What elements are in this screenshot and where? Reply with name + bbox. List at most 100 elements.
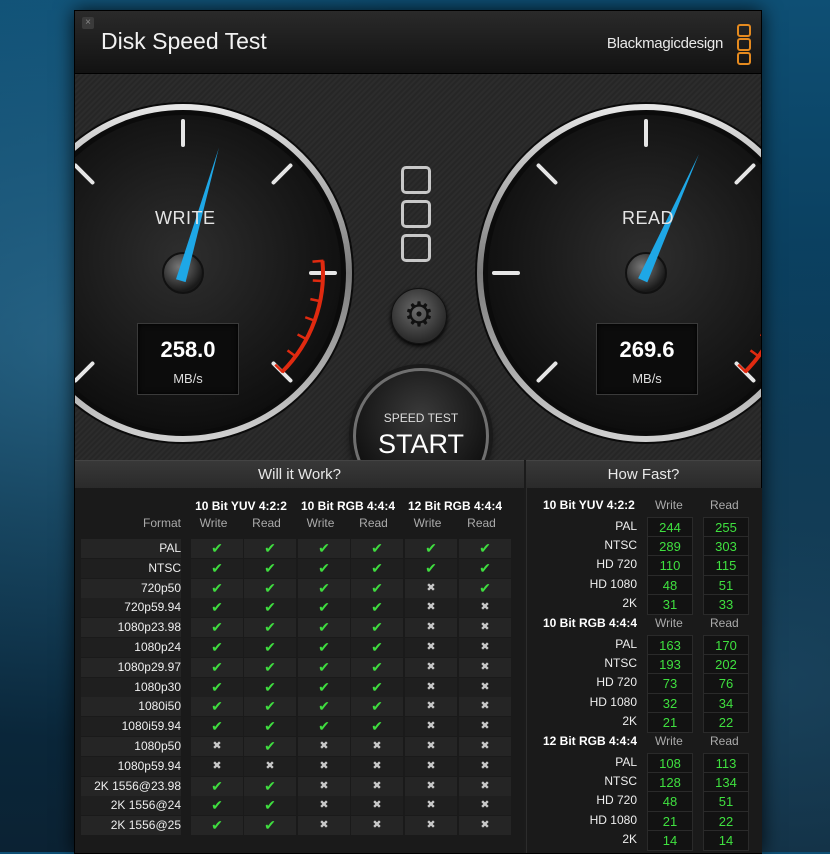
check-icon: ✔ — [405, 539, 457, 558]
check-icon: ✔ — [244, 816, 296, 835]
check-icon: ✔ — [244, 559, 296, 578]
write-gauge-redzone-tick — [313, 280, 324, 281]
write-gauge-redzone-tick — [313, 261, 324, 262]
format-row: 1080i50✔✔✔✔✖✖ — [81, 697, 511, 716]
cross-icon: ✖ — [405, 678, 457, 697]
check-icon: ✔ — [191, 816, 243, 835]
cross-icon: ✖ — [405, 737, 457, 756]
cross-icon: ✖ — [459, 737, 511, 756]
cross-icon: ✖ — [459, 757, 511, 776]
cross-icon: ✖ — [459, 697, 511, 716]
format-label: 1080i59.94 — [81, 717, 181, 736]
speed-row: HD 7204851 — [535, 791, 753, 810]
format-row: 720p50✔✔✔✔✖✔ — [81, 579, 511, 598]
check-icon: ✔ — [244, 638, 296, 657]
speed-row: HD 10802122 — [535, 811, 753, 830]
check-icon: ✔ — [191, 598, 243, 617]
group-header-rgb444-12bit: 12 Bit RGB 4:4:4 — [400, 499, 510, 513]
format-label: 1080p24 — [81, 638, 181, 657]
sub-header-write: Write — [401, 516, 454, 530]
check-icon: ✔ — [351, 658, 403, 677]
check-icon: ✔ — [244, 796, 296, 815]
check-icon: ✔ — [244, 618, 296, 637]
check-icon: ✔ — [298, 539, 350, 558]
app-window: × Disk Speed Test Blackmagicdesign WRITE… — [74, 10, 762, 854]
cross-icon: ✖ — [405, 796, 457, 815]
group-header-rgb444-10bit: 10 Bit RGB 4:4:4 — [293, 499, 403, 513]
cross-icon: ✖ — [405, 717, 457, 736]
speed-row: PAL163170 — [535, 635, 753, 654]
check-icon: ✔ — [351, 579, 403, 598]
check-icon: ✔ — [298, 579, 350, 598]
write-speed-value: 258.0 — [138, 337, 238, 363]
read-speed-fps: 51 — [703, 791, 749, 812]
read-speed-fps: 255 — [703, 517, 749, 538]
cross-icon: ✖ — [405, 816, 457, 835]
app-title: Disk Speed Test — [101, 28, 267, 55]
speed-format-label: 2K — [535, 594, 637, 613]
check-icon: ✔ — [191, 579, 243, 598]
group-header-yuv422-10bit: 10 Bit YUV 4:2:2 — [186, 499, 296, 513]
speed-row: NTSC289303 — [535, 536, 753, 555]
speed-format-label: HD 1080 — [535, 693, 637, 712]
speed-format-label: NTSC — [535, 772, 637, 791]
brand-logo-icon — [737, 24, 751, 64]
read-speed-fps: 170 — [703, 635, 749, 656]
format-row: 1080p30✔✔✔✔✖✖ — [81, 678, 511, 697]
cross-icon: ✖ — [459, 796, 511, 815]
check-icon: ✔ — [298, 697, 350, 716]
check-icon: ✔ — [405, 559, 457, 578]
check-icon: ✔ — [298, 598, 350, 617]
speed-format-label: 2K — [535, 712, 637, 731]
check-icon: ✔ — [298, 559, 350, 578]
cross-icon: ✖ — [405, 757, 457, 776]
format-label: 2K 1556@24 — [81, 796, 181, 815]
check-icon: ✔ — [459, 539, 511, 558]
read-speed-fps: 22 — [703, 811, 749, 832]
sub-header-read: Read — [347, 516, 400, 530]
format-label: PAL — [81, 539, 181, 558]
cross-icon: ✖ — [459, 777, 511, 796]
write-speed-fps: 163 — [647, 635, 693, 656]
cross-icon: ✖ — [244, 757, 296, 776]
read-speed-fps: 22 — [703, 712, 749, 733]
check-icon: ✔ — [459, 579, 511, 598]
format-row: 1080p24✔✔✔✔✖✖ — [81, 638, 511, 657]
check-icon: ✔ — [191, 559, 243, 578]
close-button[interactable]: × — [82, 17, 94, 29]
write-speed-fps: 128 — [647, 772, 693, 793]
sub-header-write: Write — [294, 516, 347, 530]
speed-row: HD 7207376 — [535, 673, 753, 692]
format-label: 1080p50 — [81, 737, 181, 756]
check-icon: ✔ — [191, 658, 243, 677]
write-speed-fps: 21 — [647, 811, 693, 832]
speed-row: PAL244255 — [535, 517, 753, 536]
write-speed-fps: 31 — [647, 594, 693, 615]
cross-icon: ✖ — [351, 777, 403, 796]
check-icon: ✔ — [351, 559, 403, 578]
check-icon: ✔ — [298, 618, 350, 637]
format-label: 1080p29.97 — [81, 658, 181, 677]
how-fast-header: How Fast? — [526, 460, 761, 489]
sub-header-read: Read — [710, 498, 739, 512]
cross-icon: ✖ — [405, 697, 457, 716]
read-gauge-label: READ — [622, 208, 674, 229]
format-row: 2K 1556@23.98✔✔✖✖✖✖ — [81, 777, 511, 796]
write-readout: 258.0 MB/s — [137, 323, 239, 395]
write-speed-fps: 48 — [647, 791, 693, 812]
check-icon: ✔ — [244, 658, 296, 677]
format-row: 2K 1556@24✔✔✖✖✖✖ — [81, 796, 511, 815]
check-icon: ✔ — [351, 638, 403, 657]
speed-row: HD 720110115 — [535, 555, 753, 574]
cross-icon: ✖ — [298, 796, 350, 815]
will-it-work-panel: 10 Bit YUV 4:2:2 10 Bit RGB 4:4:4 12 Bit… — [75, 488, 524, 853]
gear-icon: ⚙ — [404, 296, 434, 334]
sub-header-read: Read — [240, 516, 293, 530]
cross-icon: ✖ — [405, 618, 457, 637]
settings-gear-button[interactable]: ⚙ — [391, 288, 447, 344]
check-icon: ✔ — [351, 539, 403, 558]
sub-header-write: Write — [187, 516, 240, 530]
check-icon: ✔ — [191, 618, 243, 637]
write-speed-fps: 244 — [647, 517, 693, 538]
speed-row: HD 10803234 — [535, 693, 753, 712]
